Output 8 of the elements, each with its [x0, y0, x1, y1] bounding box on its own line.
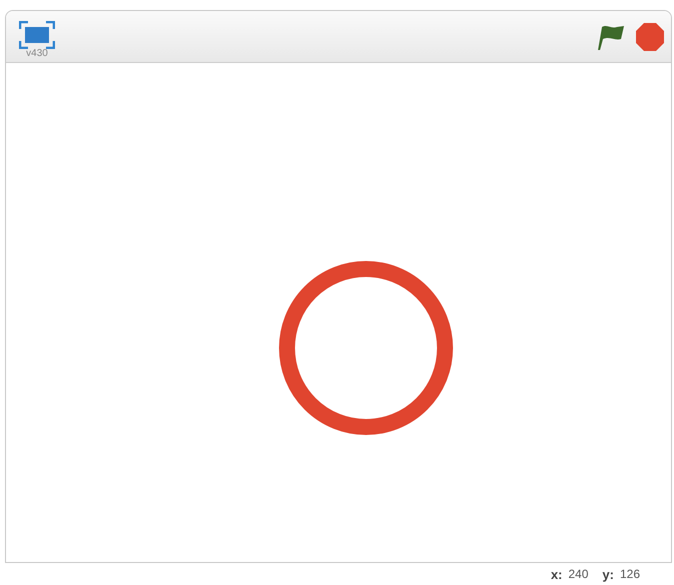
stop-icon[interactable]: [635, 22, 665, 52]
x-value: 240: [568, 567, 588, 581]
y-value: 126: [620, 567, 640, 581]
version-label: v430: [26, 49, 48, 59]
flag-icon[interactable]: [595, 23, 625, 51]
fullscreen-icon[interactable]: [19, 21, 55, 49]
y-label: y:: [602, 566, 614, 582]
x-label: x:: [550, 566, 562, 582]
